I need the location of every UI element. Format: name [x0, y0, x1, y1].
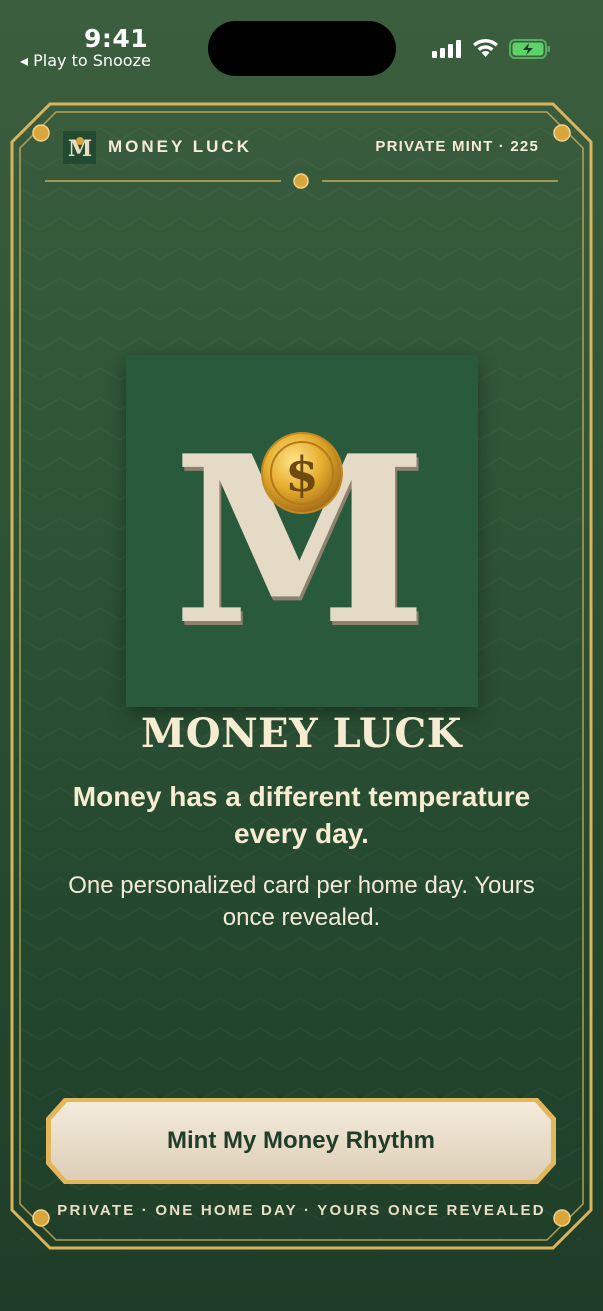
svg-text:$: $ — [285, 447, 318, 503]
mint-number-label: PRIVATE MINT · 225 — [375, 138, 539, 155]
brand-name: MONEY LUCK — [108, 137, 252, 156]
mint-button-label: Mint My Money Rhythm — [167, 1127, 435, 1154]
footer-tagline: PRIVATE · ONE HOME DAY · YOURS ONCE REVE… — [57, 1202, 546, 1219]
headline: Money has a different temperature every … — [72, 781, 531, 849]
status-time: 9:41 — [84, 24, 149, 53]
subtext: One personalized card per home day. Your… — [68, 872, 535, 931]
status-bar: 9:41 ◂ Play to Snooze — [0, 0, 603, 90]
dynamic-island — [208, 21, 396, 76]
wifi-icon — [473, 38, 498, 57]
brand-logo-icon: M — [63, 130, 96, 164]
cellular-signal-icon — [432, 40, 461, 58]
page-title: MONEY LUCK — [140, 710, 463, 757]
money-luck-emblem: M M $ — [126, 355, 478, 707]
back-to-app-link[interactable]: ◂ Play to Snooze — [20, 51, 151, 70]
battery-charging-icon — [509, 39, 550, 59]
gold-coin-icon: $ — [261, 432, 343, 514]
mint-money-rhythm-button[interactable]: Mint My Money Rhythm — [44, 1096, 558, 1186]
brand-header: M MONEY LUCK — [63, 130, 252, 164]
monogram-m-icon: M M $ — [173, 406, 430, 680]
